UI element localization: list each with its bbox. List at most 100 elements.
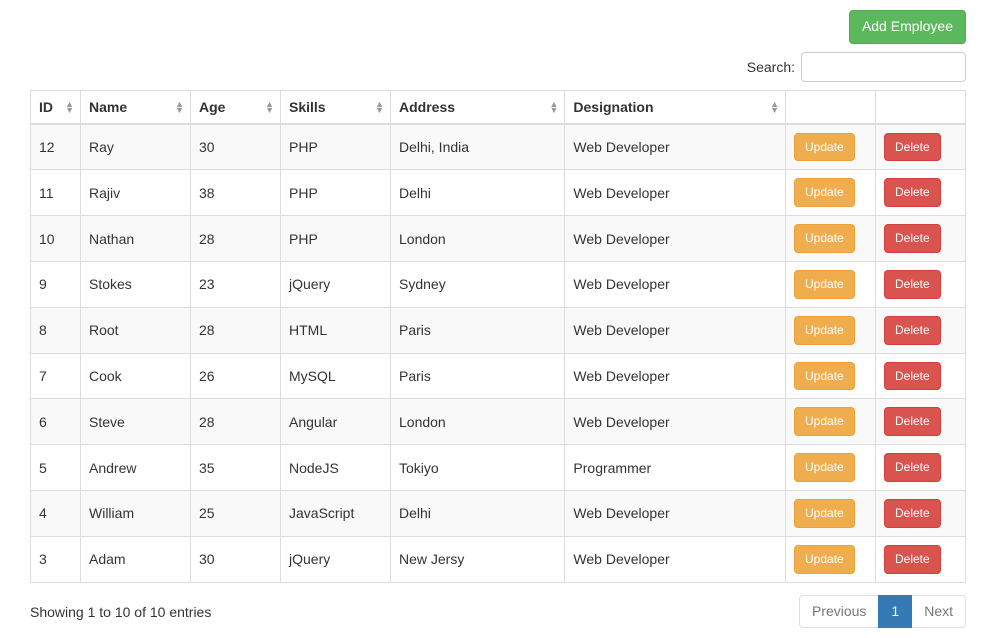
cell-id: 10 (31, 216, 81, 262)
column-header-skills[interactable]: Skills▲▼ (281, 90, 391, 124)
update-button[interactable]: Update (794, 133, 855, 162)
table-row: 8Root28HTMLParisWeb Developer Update Delet… (31, 307, 966, 353)
cell-designation: Web Developer (565, 124, 786, 170)
column-header-designation[interactable]: Designation▲▼ (565, 90, 786, 124)
cell-address: Paris (391, 307, 565, 353)
pagination-previous[interactable]: Previous (799, 595, 879, 629)
cell-age: 28 (191, 216, 281, 262)
sort-icon: ▲▼ (265, 101, 274, 113)
pagination-next[interactable]: Next (911, 595, 966, 629)
cell-id: 4 (31, 490, 81, 536)
delete-button[interactable]: Delete (884, 270, 941, 299)
cell-skills: jQuery (281, 261, 391, 307)
table-info: Showing 1 to 10 of 10 entries (30, 604, 211, 620)
table-row: 4William25JavaScriptDelhiWeb Developer Up… (31, 490, 966, 536)
cell-address: New Jersy (391, 536, 565, 582)
column-header-age[interactable]: Age▲▼ (191, 90, 281, 124)
cell-address: Delhi (391, 490, 565, 536)
cell-age: 30 (191, 536, 281, 582)
cell-address: Paris (391, 353, 565, 399)
cell-age: 28 (191, 399, 281, 445)
sort-icon: ▲▼ (175, 101, 184, 113)
delete-button[interactable]: Delete (884, 224, 941, 253)
cell-designation: Web Developer (565, 307, 786, 353)
delete-button[interactable]: Delete (884, 499, 941, 528)
cell-skills: jQuery (281, 536, 391, 582)
pagination-page-1[interactable]: 1 (878, 595, 912, 629)
cell-name: Andrew (81, 445, 191, 491)
column-header-address[interactable]: Address▲▼ (391, 90, 565, 124)
cell-name: Steve (81, 399, 191, 445)
cell-age: 23 (191, 261, 281, 307)
cell-skills: NodeJS (281, 445, 391, 491)
update-button[interactable]: Update (794, 362, 855, 391)
sort-icon: ▲▼ (375, 101, 384, 113)
cell-id: 6 (31, 399, 81, 445)
table-row: 10Nathan28PHPLondonWeb DeveloperUpdateDe… (31, 216, 966, 262)
sort-icon: ▲▼ (770, 101, 779, 113)
cell-designation: Web Developer (565, 536, 786, 582)
cell-id: 8 (31, 307, 81, 353)
update-button[interactable]: Update (794, 178, 855, 207)
cell-designation: Web Developer (565, 261, 786, 307)
column-header-delete (876, 90, 966, 124)
cell-skills: MySQL (281, 353, 391, 399)
cell-designation: Web Developer (565, 399, 786, 445)
cell-address: Delhi, India (391, 124, 565, 170)
cell-designation: Web Developer (565, 216, 786, 262)
column-header-id[interactable]: ID▲▼ (31, 90, 81, 124)
cell-address: London (391, 399, 565, 445)
cell-designation: Programmer (565, 445, 786, 491)
cell-designation: Web Developer (565, 490, 786, 536)
delete-button[interactable]: Delete (884, 316, 941, 345)
cell-skills: PHP (281, 124, 391, 170)
cell-age: 38 (191, 170, 281, 216)
table-row: 3Adam30jQueryNew JersyWeb Developer Updat… (31, 536, 966, 582)
cell-age: 25 (191, 490, 281, 536)
search-input[interactable] (801, 52, 966, 82)
cell-name: William (81, 490, 191, 536)
update-button[interactable]: Update (794, 545, 855, 574)
delete-button[interactable]: Delete (884, 362, 941, 391)
cell-age: 30 (191, 124, 281, 170)
add-employee-button[interactable]: Add Employee (849, 10, 966, 44)
update-button[interactable]: Update (794, 316, 855, 345)
cell-designation: Web Developer (565, 170, 786, 216)
update-button[interactable]: Update (794, 453, 855, 482)
cell-skills: PHP (281, 170, 391, 216)
update-button[interactable]: Update (794, 407, 855, 436)
cell-id: 3 (31, 536, 81, 582)
cell-skills: HTML (281, 307, 391, 353)
cell-id: 11 (31, 170, 81, 216)
delete-button[interactable]: Delete (884, 133, 941, 162)
table-row: 7Cook26MySQLParisWeb DeveloperUpdateDele… (31, 353, 966, 399)
cell-name: Adam (81, 536, 191, 582)
employee-table: ID▲▼ Name▲▼ Age▲▼ Skills▲▼ Address▲▼ Des… (30, 90, 966, 583)
cell-name: Ray (81, 124, 191, 170)
sort-icon: ▲▼ (549, 101, 558, 113)
cell-id: 7 (31, 353, 81, 399)
table-row: 11Rajiv38PHPDelhiWeb DeveloperUpdateDele… (31, 170, 966, 216)
delete-button[interactable]: Delete (884, 407, 941, 436)
cell-age: 35 (191, 445, 281, 491)
cell-id: 5 (31, 445, 81, 491)
delete-button[interactable]: Delete (884, 453, 941, 482)
cell-skills: JavaScript (281, 490, 391, 536)
update-button[interactable]: Update (794, 270, 855, 299)
cell-name: Rajiv (81, 170, 191, 216)
cell-age: 28 (191, 307, 281, 353)
table-row: 6Steve28AngularLondonWeb DeveloperUpdate… (31, 399, 966, 445)
update-button[interactable]: Update (794, 224, 855, 253)
cell-address: Sydney (391, 261, 565, 307)
cell-name: Cook (81, 353, 191, 399)
cell-name: Stokes (81, 261, 191, 307)
cell-name: Root (81, 307, 191, 353)
pagination: Previous 1 Next (800, 595, 966, 629)
delete-button[interactable]: Delete (884, 545, 941, 574)
delete-button[interactable]: Delete (884, 178, 941, 207)
cell-id: 12 (31, 124, 81, 170)
table-row: 5Andrew35NodeJSTokiyoProgrammerUpdateDel… (31, 445, 966, 491)
column-header-name[interactable]: Name▲▼ (81, 90, 191, 124)
search-label: Search: (747, 59, 795, 75)
update-button[interactable]: Update (794, 499, 855, 528)
